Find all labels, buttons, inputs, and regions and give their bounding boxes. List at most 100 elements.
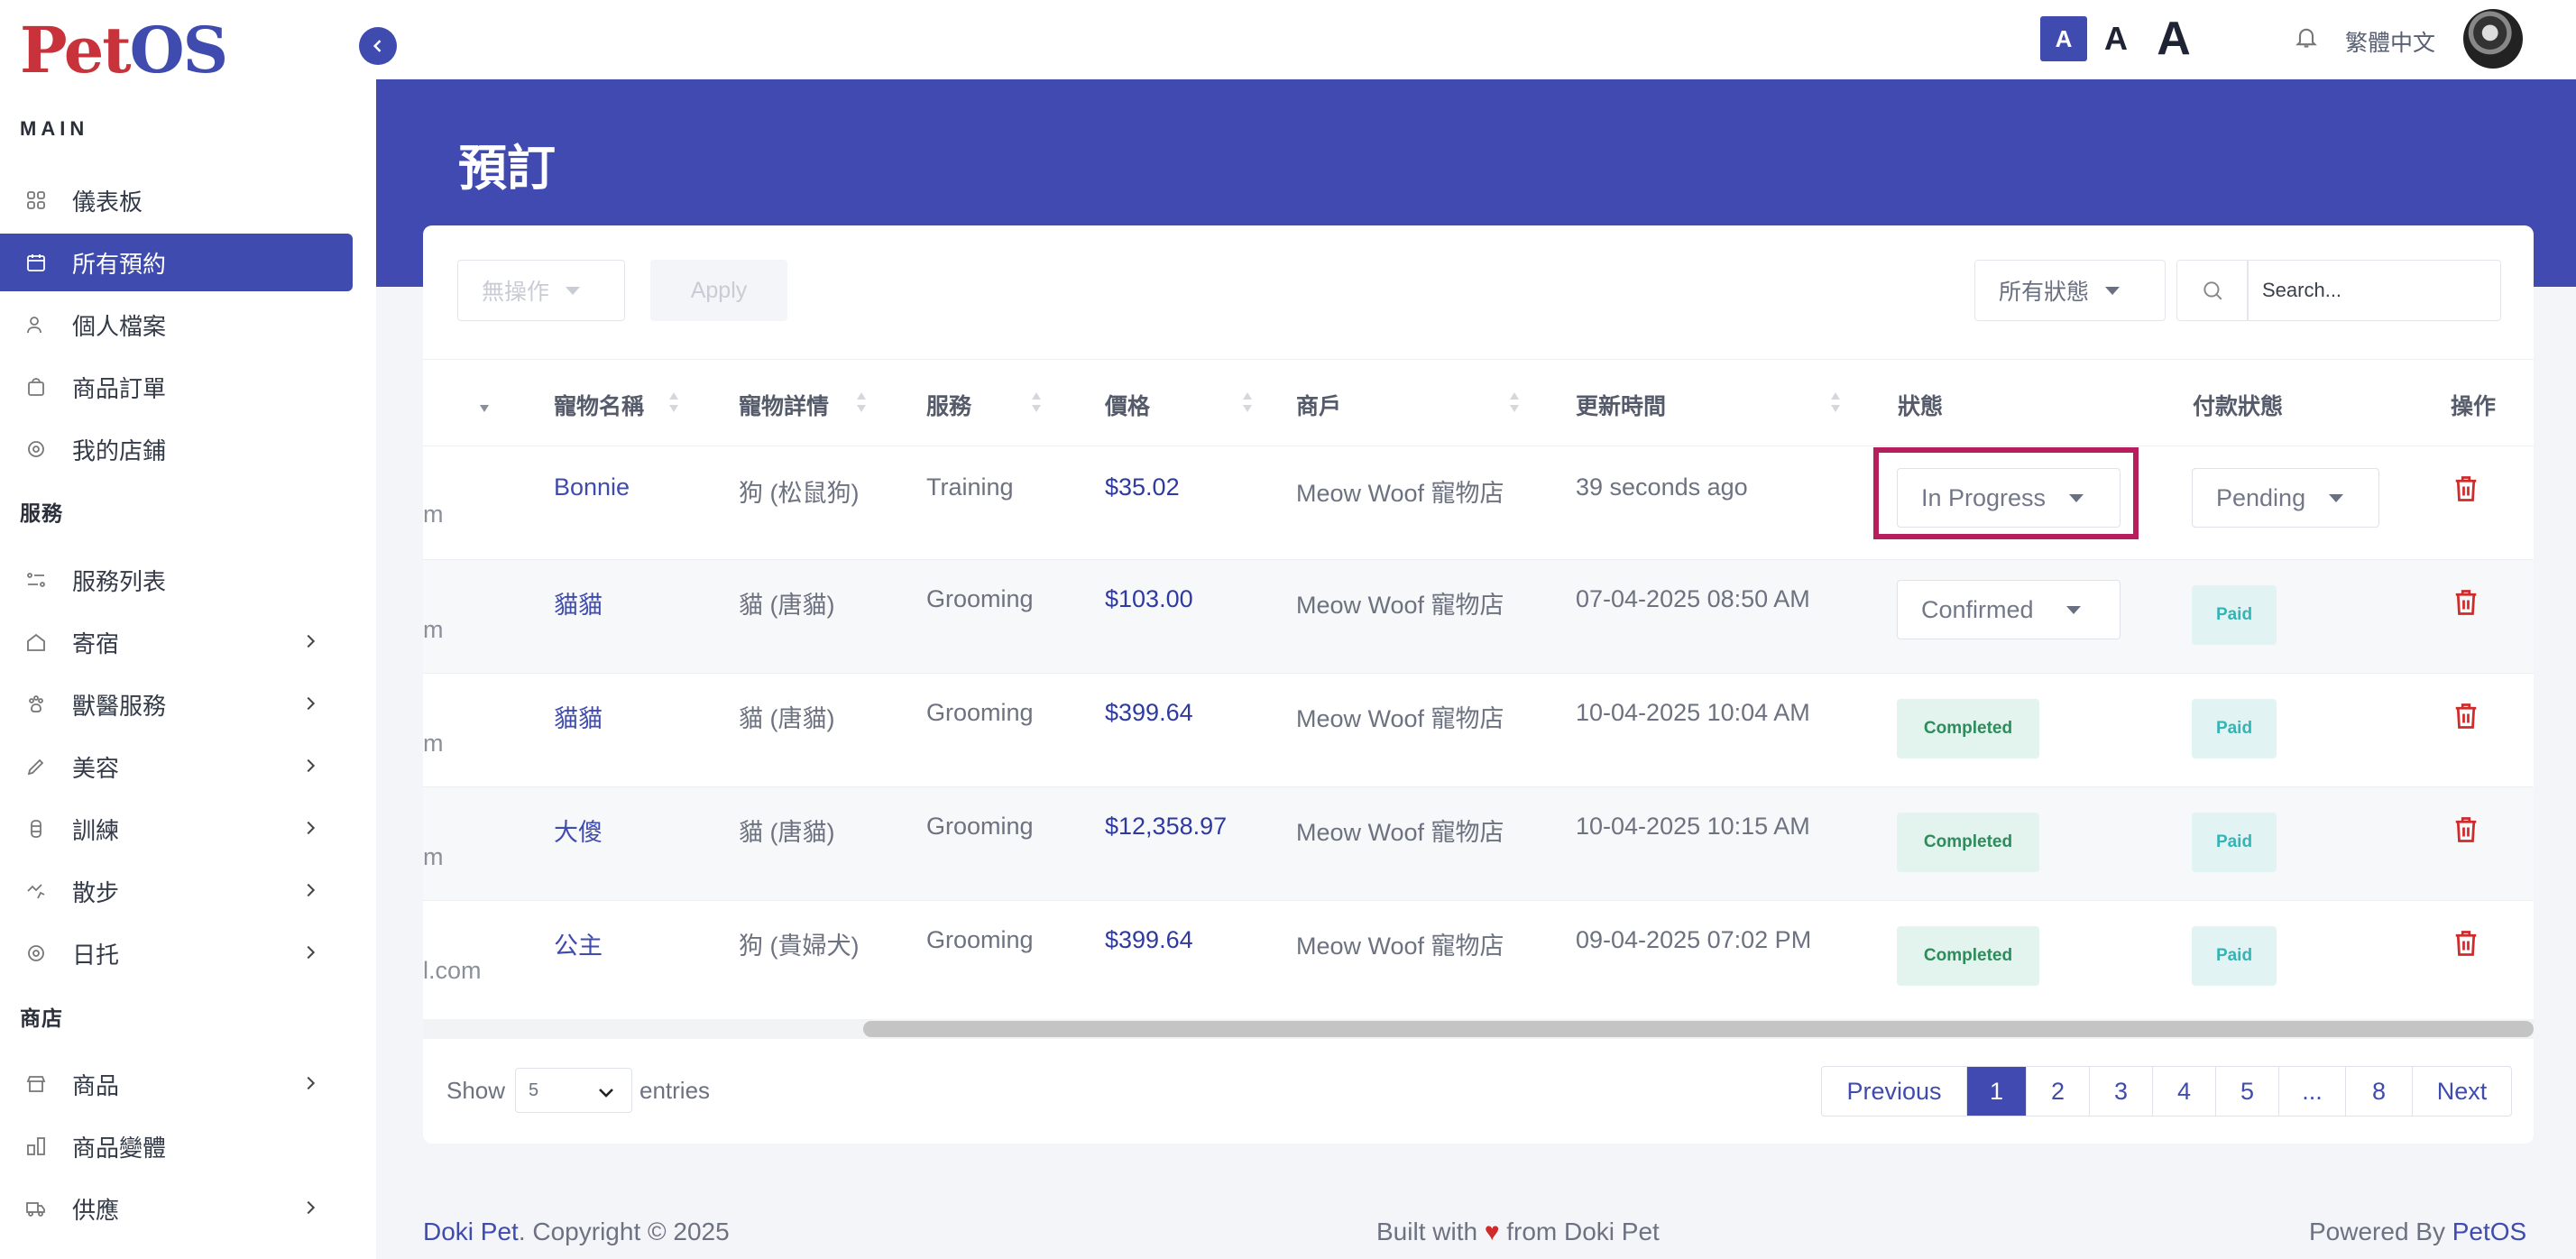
pet-name[interactable]: 貓貓	[554, 585, 603, 620]
apply-button[interactable]: Apply	[650, 260, 787, 321]
page-button-8[interactable]: 8	[2345, 1067, 2412, 1116]
sidebar-item-walking[interactable]: 散步	[0, 862, 353, 920]
sidebar-item-label: 美容	[72, 754, 120, 782]
sidebar-item-service-list[interactable]: 服務列表	[0, 551, 353, 609]
booking-status-select[interactable]: In Progress	[1897, 468, 2121, 528]
column-header: 操作	[2451, 394, 2497, 419]
merchant: Meow Woof 寵物店	[1296, 819, 1504, 846]
sidebar-item-label: 服務列表	[72, 567, 167, 595]
chevron-right-icon	[307, 758, 316, 773]
table-row: m 貓貓 貓 (唐貓) Grooming $103.00 Meow Woof 寵…	[423, 559, 2534, 673]
page-button-3[interactable]: 3	[2089, 1067, 2152, 1116]
sidebar-item-products[interactable]: 商品	[0, 1055, 353, 1113]
page-button-2[interactable]: 2	[2026, 1067, 2089, 1116]
updated-time: 09-04-2025 07:02 PM	[1576, 926, 1812, 953]
sidebar-item-daycare[interactable]: 日托	[0, 924, 353, 982]
pet-details: 狗 (松鼠狗)	[739, 480, 860, 507]
sidebar-item-supply[interactable]: 供應	[0, 1180, 353, 1237]
sort-icon[interactable]	[1830, 391, 1841, 414]
sort-icon[interactable]	[668, 391, 679, 414]
bell-icon[interactable]	[2294, 23, 2319, 51]
pet-name[interactable]: 大傻	[554, 813, 603, 848]
merchant: Meow Woof 寵物店	[1296, 705, 1504, 732]
petos-logo[interactable]: PetOS	[20, 16, 228, 85]
sidebar-item-vet[interactable]: 獸醫服務	[0, 675, 353, 733]
search-input[interactable]: Search...	[2247, 260, 2501, 321]
column-header[interactable]: 更新時間	[1576, 389, 1666, 421]
column-header[interactable]: 服務	[926, 389, 971, 421]
pet-details: 貓 (唐貓)	[739, 592, 835, 619]
page-button-1[interactable]: 1	[1966, 1067, 2026, 1116]
sidebar-item-label: 所有預約	[72, 250, 167, 278]
sidebar-item-label: 獸醫服務	[72, 692, 167, 720]
trash-icon[interactable]	[2452, 473, 2479, 504]
font-size-large-button[interactable]: A	[2147, 13, 2201, 65]
pet-details: 貓 (唐貓)	[739, 819, 835, 846]
avatar[interactable]	[2463, 9, 2523, 69]
service: Grooming	[926, 813, 1034, 840]
sidebar-item-training[interactable]: 訓練	[0, 800, 353, 858]
collapse-sidebar-button[interactable]	[359, 27, 397, 65]
pet-name[interactable]: Bonnie	[554, 473, 630, 501]
sidebar-item-label: 寄宿	[72, 630, 120, 657]
horizontal-scrollbar-thumb[interactable]	[863, 1021, 2534, 1037]
column-header[interactable]: 商戶	[1296, 389, 1341, 421]
service: Grooming	[926, 699, 1034, 726]
bulk-action-value: 無操作	[482, 280, 550, 305]
page-ellipsis: ...	[2278, 1067, 2345, 1116]
payment-value: Pending	[2216, 483, 2306, 511]
footer-powered-brand-link[interactable]: PetOS	[2452, 1218, 2526, 1245]
footer-copyright-text: . Copyright © 2025	[518, 1218, 730, 1245]
column-header: 付款狀態	[2193, 394, 2284, 419]
sidebar-item-profile[interactable]: 個人檔案	[0, 296, 353, 354]
sidebar-item-label: 個人檔案	[72, 312, 167, 340]
previous-page-button[interactable]: Previous	[1822, 1067, 1966, 1116]
footer-brand-link[interactable]: Doki Pet	[423, 1218, 519, 1245]
pet-name[interactable]: 公主	[554, 926, 603, 961]
sort-icon[interactable]	[1242, 391, 1253, 414]
pet-name[interactable]: 貓貓	[554, 699, 603, 734]
payment-status-badge: Paid	[2192, 585, 2277, 645]
next-page-button[interactable]: Next	[2412, 1067, 2511, 1116]
section-store-title: 商店	[20, 1006, 63, 1030]
trash-icon[interactable]	[2452, 701, 2479, 731]
updated-time: 10-04-2025 10:04 AM	[1576, 699, 1810, 726]
sort-icon[interactable]	[1031, 391, 1042, 414]
trash-icon[interactable]	[2452, 814, 2479, 845]
sidebar-item-boarding[interactable]: 寄宿	[0, 613, 353, 671]
bulk-action-select[interactable]: 無操作	[457, 260, 625, 321]
house-icon	[25, 631, 47, 653]
column-header[interactable]: 寵物名稱	[554, 389, 644, 421]
customer-email: m	[423, 616, 444, 643]
sort-icon[interactable]	[1509, 391, 1520, 414]
sidebar-item-orders[interactable]: 商品訂單	[0, 358, 353, 416]
updated-time: 39 seconds ago	[1576, 473, 1748, 501]
section-main-title: MAIN	[20, 117, 89, 140]
language-switcher[interactable]: 繁體中文	[2345, 25, 2435, 58]
search-icon[interactable]	[2176, 260, 2249, 321]
entries-per-page-select[interactable]: 5	[515, 1068, 632, 1113]
footer-built-pre: Built with	[1376, 1218, 1478, 1245]
page-button-5[interactable]: 5	[2215, 1067, 2278, 1116]
sidebar-item-variants[interactable]: 商品變體	[0, 1117, 353, 1175]
sort-icon[interactable]	[856, 391, 867, 414]
status-filter-select[interactable]: 所有狀態	[1974, 260, 2166, 321]
payment-status-select[interactable]: Pending	[2192, 468, 2379, 528]
trash-icon[interactable]	[2452, 928, 2479, 959]
trash-icon[interactable]	[2452, 587, 2479, 618]
font-size-small-button[interactable]: A	[2040, 16, 2087, 61]
sidebar-item-grooming[interactable]: 美容	[0, 738, 353, 795]
sort-icon[interactable]	[479, 391, 490, 414]
sidebar-item-dashboard[interactable]: 儀表板	[0, 171, 353, 229]
store-icon	[25, 438, 47, 460]
sidebar-item-all-bookings[interactable]: 所有預約	[0, 234, 353, 291]
font-size-medium-button[interactable]: A	[2094, 16, 2138, 61]
sidebar-item-my-store[interactable]: 我的店鋪	[0, 420, 353, 478]
customer-email: m	[423, 501, 444, 528]
chevron-right-icon	[307, 821, 316, 835]
section-services-title: 服務	[20, 501, 63, 525]
booking-status-select[interactable]: Confirmed	[1897, 580, 2121, 639]
page-button-4[interactable]: 4	[2152, 1067, 2215, 1116]
column-header[interactable]: 寵物詳情	[739, 389, 829, 421]
column-header[interactable]: 價格	[1105, 389, 1150, 421]
